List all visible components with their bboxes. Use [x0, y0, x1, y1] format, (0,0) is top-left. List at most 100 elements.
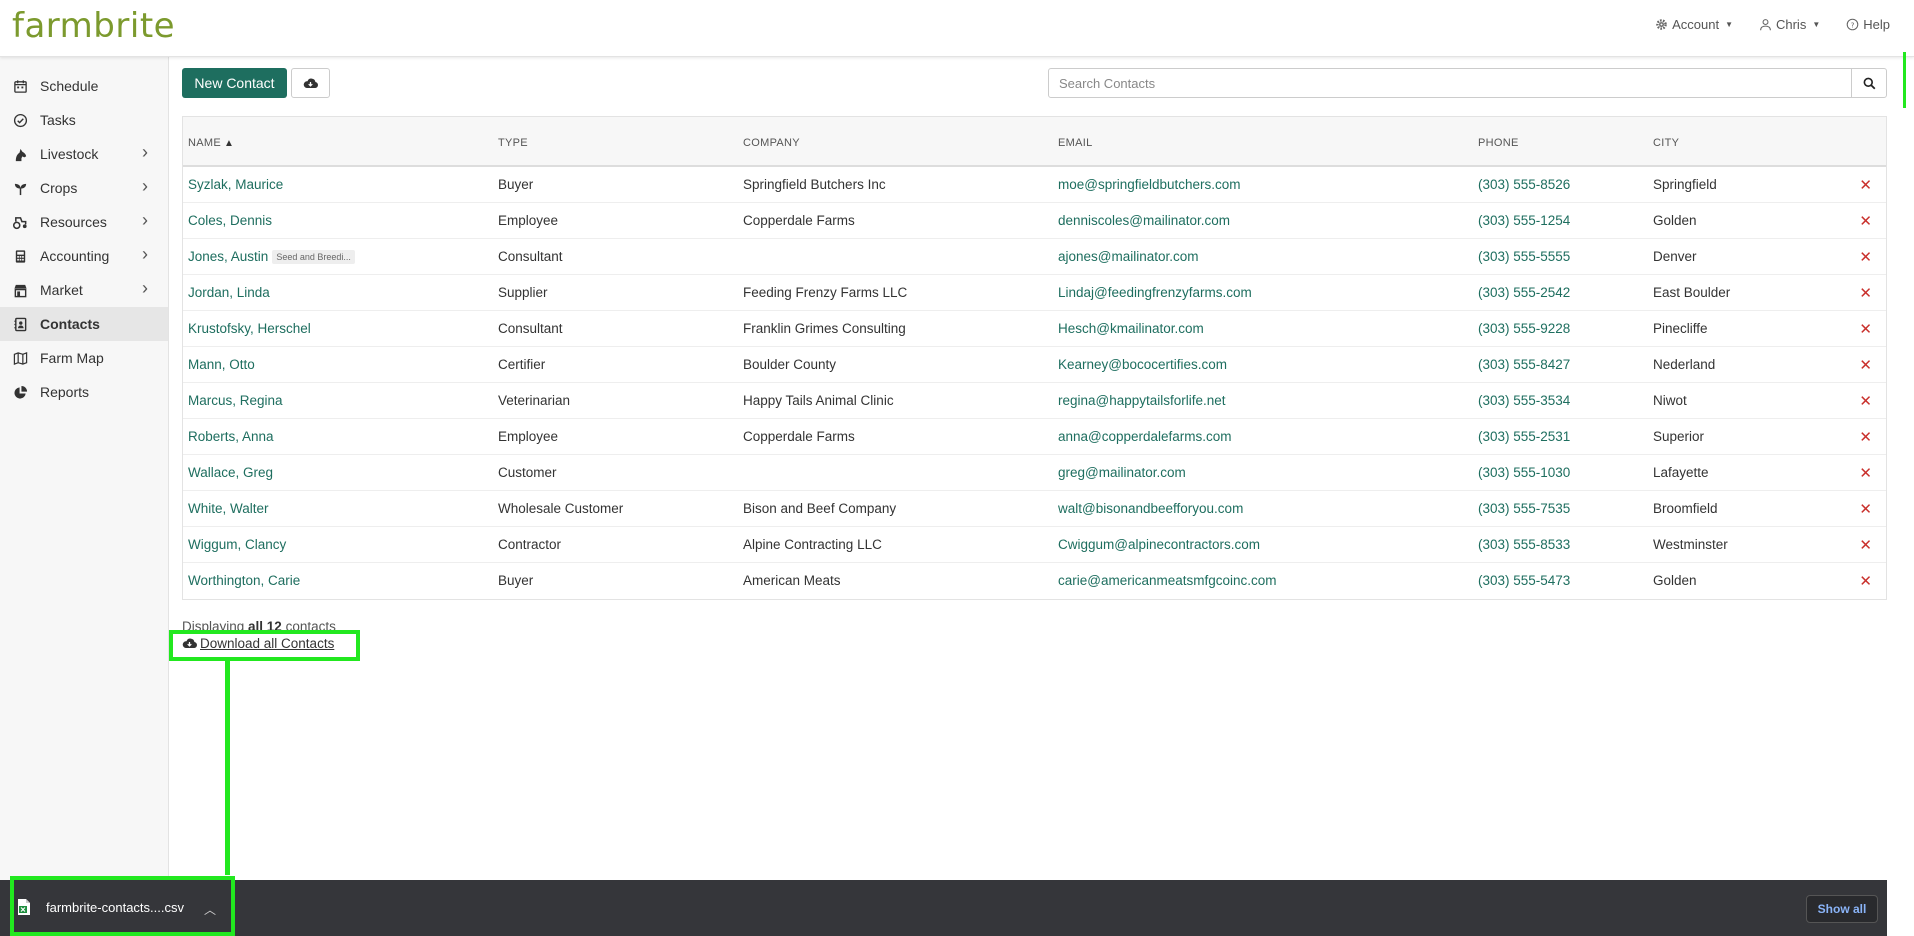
contact-email-link[interactable]: Lindaj@feedingfrenzyfarms.com	[1058, 285, 1252, 300]
downloaded-file-item[interactable]: farmbrite-contacts....csv	[16, 898, 184, 916]
table-row: White, Walter Wholesale Customer Bison and…	[183, 491, 1886, 527]
contact-name-link[interactable]: Wiggum, Clancy	[188, 537, 286, 552]
sidebar-item-crops[interactable]: Crops ›	[0, 171, 168, 205]
contact-company: American Meats	[743, 573, 841, 588]
contact-phone-link[interactable]: (303) 555-7535	[1478, 501, 1570, 516]
contact-email-link[interactable]: ajones@mailinator.com	[1058, 249, 1199, 264]
contact-name-link[interactable]: Jones, Austin Seed and Breedi...	[188, 249, 355, 265]
column-header-type[interactable]: TYPE	[498, 137, 528, 149]
calendar-icon	[12, 78, 28, 94]
contact-phone-link[interactable]: (303) 555-5555	[1478, 249, 1570, 264]
store-icon	[12, 282, 28, 298]
contact-city: Springfield	[1653, 177, 1717, 192]
contact-name-link[interactable]: Krustofsky, Herschel	[188, 321, 311, 336]
contact-phone-link[interactable]: (303) 555-2531	[1478, 429, 1570, 444]
table-row: Marcus, Regina Veterinarian Happy Tails An…	[183, 383, 1886, 419]
help-label: Help	[1863, 17, 1890, 32]
sidebar-item-tasks[interactable]: Tasks	[0, 103, 168, 137]
table-row: Roberts, Anna Employee Copperdale Farms ann…	[183, 419, 1886, 455]
contact-email-link[interactable]: Hesch@kmailinator.com	[1058, 321, 1204, 336]
delete-contact-icon[interactable]: ✕	[1859, 248, 1872, 266]
delete-contact-icon[interactable]: ✕	[1859, 176, 1872, 194]
sidebar-item-reports[interactable]: Reports	[0, 375, 168, 409]
contact-phone-link[interactable]: (303) 555-9228	[1478, 321, 1570, 336]
contact-city: Golden	[1653, 213, 1697, 228]
delete-contact-icon[interactable]: ✕	[1859, 320, 1872, 338]
sidebar-item-label: Resources	[40, 214, 107, 230]
map-icon	[12, 350, 28, 366]
user-menu[interactable]: Chris ▼	[1759, 17, 1820, 32]
column-header-name[interactable]: NAME ▲	[188, 137, 234, 149]
contact-phone-link[interactable]: (303) 555-5473	[1478, 573, 1570, 588]
contact-company: Boulder County	[743, 357, 837, 372]
column-header-email[interactable]: EMAIL	[1058, 137, 1093, 149]
contact-phone-link[interactable]: (303) 555-2542	[1478, 285, 1570, 300]
sidebar-item-livestock[interactable]: Livestock ›	[0, 137, 168, 171]
horse-icon	[12, 146, 28, 162]
download-cloud-button[interactable]	[291, 68, 330, 98]
download-all-contacts-link[interactable]: Download all Contacts	[182, 636, 334, 651]
chevron-up-icon[interactable]: ︿	[204, 901, 216, 918]
contact-email-link[interactable]: walt@bisonandbeefforyou.com	[1058, 501, 1243, 516]
delete-contact-icon[interactable]: ✕	[1859, 428, 1872, 446]
contact-phone-link[interactable]: (303) 555-8526	[1478, 177, 1570, 192]
contact-city: Westminster	[1653, 537, 1728, 552]
contact-email-link[interactable]: denniscoles@mailinator.com	[1058, 213, 1230, 228]
table-row: Worthington, Carie Buyer American Meats car…	[183, 563, 1886, 599]
delete-contact-icon[interactable]: ✕	[1859, 464, 1872, 482]
contact-phone-link[interactable]: (303) 555-8427	[1478, 357, 1570, 372]
contact-phone-link[interactable]: (303) 555-1254	[1478, 213, 1570, 228]
show-all-downloads-button[interactable]: Show all	[1806, 895, 1878, 923]
contact-name-link[interactable]: White, Walter	[188, 501, 269, 516]
contact-phone-link[interactable]: (303) 555-3534	[1478, 393, 1570, 408]
delete-contact-icon[interactable]: ✕	[1859, 500, 1872, 518]
sidebar-item-farm-map[interactable]: Farm Map	[0, 341, 168, 375]
contact-name-link[interactable]: Coles, Dennis	[188, 213, 272, 228]
contact-type: Supplier	[498, 285, 548, 300]
delete-contact-icon[interactable]: ✕	[1859, 284, 1872, 302]
top-nav: Account ▼ Chris ▼ ? Help	[1655, 17, 1890, 32]
account-menu[interactable]: Account ▼	[1655, 17, 1733, 32]
cloud-download-icon	[182, 638, 197, 648]
contact-name-link[interactable]: Worthington, Carie	[188, 573, 300, 588]
contact-type: Consultant	[498, 321, 563, 336]
farmbrite-logo[interactable]: farmbrite	[12, 6, 175, 46]
search-contacts-input[interactable]	[1048, 68, 1852, 98]
contact-city: Superior	[1653, 429, 1705, 444]
contact-type: Contractor	[498, 537, 562, 552]
sidebar-item-contacts[interactable]: Contacts	[0, 307, 168, 341]
search-button[interactable]	[1851, 68, 1887, 98]
new-contact-button[interactable]: New Contact	[182, 68, 287, 98]
contact-name-link[interactable]: Jordan, Linda	[188, 285, 270, 300]
contact-email-link[interactable]: moe@springfieldbutchers.com	[1058, 177, 1241, 192]
sidebar-item-market[interactable]: Market ›	[0, 273, 168, 307]
column-header-city[interactable]: CITY	[1653, 137, 1679, 149]
contact-name-link[interactable]: Mann, Otto	[188, 357, 255, 372]
sidebar-item-label: Contacts	[40, 316, 100, 332]
contact-email-link[interactable]: Cwiggum@alpinecontractors.com	[1058, 537, 1260, 552]
contact-name-link[interactable]: Marcus, Regina	[188, 393, 283, 408]
help-link[interactable]: ? Help	[1846, 17, 1890, 32]
contact-name-link[interactable]: Syzlak, Maurice	[188, 177, 283, 192]
sidebar-item-schedule[interactable]: Schedule	[0, 69, 168, 103]
contact-name-link[interactable]: Roberts, Anna	[188, 429, 274, 444]
delete-contact-icon[interactable]: ✕	[1859, 572, 1872, 590]
contact-email-link[interactable]: regina@happytailsforlife.net	[1058, 393, 1226, 408]
sidebar-item-resources[interactable]: Resources ›	[0, 205, 168, 239]
column-header-company[interactable]: COMPANY	[743, 137, 800, 149]
contact-email-link[interactable]: carie@americanmeatsmfgcoinc.com	[1058, 573, 1277, 588]
contact-name-link[interactable]: Wallace, Greg	[188, 465, 273, 480]
delete-contact-icon[interactable]: ✕	[1859, 212, 1872, 230]
contact-phone-link[interactable]: (303) 555-8533	[1478, 537, 1570, 552]
contact-email-link[interactable]: anna@copperdalefarms.com	[1058, 429, 1232, 444]
contact-email-link[interactable]: greg@mailinator.com	[1058, 465, 1186, 480]
delete-contact-icon[interactable]: ✕	[1859, 536, 1872, 554]
sidebar-item-label: Accounting	[40, 248, 110, 264]
delete-contact-icon[interactable]: ✕	[1859, 356, 1872, 374]
contact-email-link[interactable]: Kearney@bococertifies.com	[1058, 357, 1227, 372]
delete-contact-icon[interactable]: ✕	[1859, 392, 1872, 410]
contact-phone-link[interactable]: (303) 555-1030	[1478, 465, 1570, 480]
contact-city: East Boulder	[1653, 285, 1731, 300]
sidebar-item-accounting[interactable]: Accounting ›	[0, 239, 168, 273]
column-header-phone[interactable]: PHONE	[1478, 137, 1519, 149]
